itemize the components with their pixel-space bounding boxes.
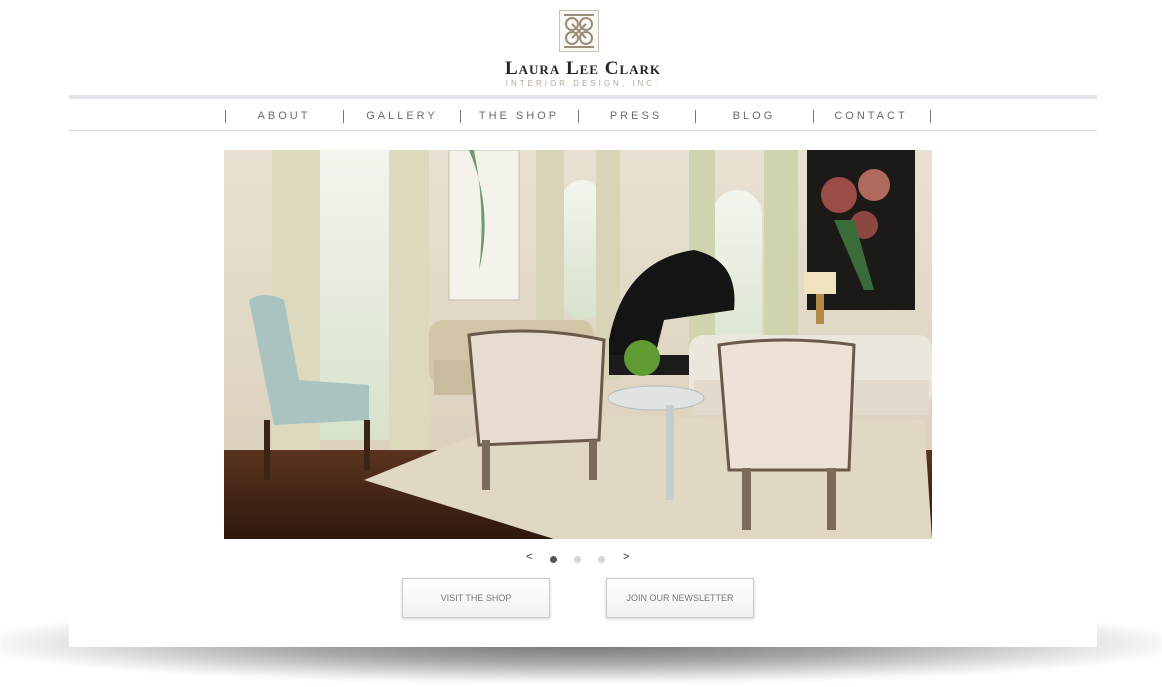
site-logo[interactable]: Laura Lee Clark INTERIOR DESIGN, INC. xyxy=(69,8,1097,88)
main-navigation: ABOUT GALLERY THE SHOP PRESS BLOG CONTAC… xyxy=(69,95,1097,131)
slider-controls: < > xyxy=(69,551,1097,567)
nav-separator xyxy=(695,110,696,123)
nav-item-press[interactable]: PRESS xyxy=(583,110,689,122)
slider-dot-2[interactable] xyxy=(574,556,581,563)
slider-next-button[interactable]: > xyxy=(623,551,629,563)
slider-dot-1[interactable] xyxy=(550,556,557,563)
nav-separator xyxy=(343,110,344,123)
nav-separator xyxy=(225,110,226,123)
nav-item-about[interactable]: ABOUT xyxy=(231,110,337,122)
nav-separator xyxy=(578,110,579,123)
page-container: Laura Lee Clark INTERIOR DESIGN, INC. AB… xyxy=(69,0,1097,647)
ornamental-knot-logo-icon xyxy=(559,10,599,52)
nav-item-blog[interactable]: BLOG xyxy=(701,110,807,122)
brand-name: Laura Lee Clark xyxy=(504,58,662,79)
hero-slider[interactable] xyxy=(224,150,932,539)
nav-separator xyxy=(460,110,461,123)
nav-item-contact[interactable]: CONTACT xyxy=(818,110,924,122)
slider-dot-3[interactable] xyxy=(598,556,605,563)
nav-separator xyxy=(930,110,931,123)
nav-separator xyxy=(813,110,814,123)
join-newsletter-button[interactable]: JOIN OUR NEWSLETTER xyxy=(606,578,754,618)
nav-item-the-shop[interactable]: THE SHOP xyxy=(466,110,572,122)
slider-prev-button[interactable]: < xyxy=(526,551,532,563)
nav-item-gallery[interactable]: GALLERY xyxy=(349,110,455,122)
brand-tagline: INTERIOR DESIGN, INC. xyxy=(505,79,661,88)
visit-shop-button[interactable]: VISIT THE SHOP xyxy=(402,578,550,618)
living-room-photo-icon xyxy=(224,150,932,539)
